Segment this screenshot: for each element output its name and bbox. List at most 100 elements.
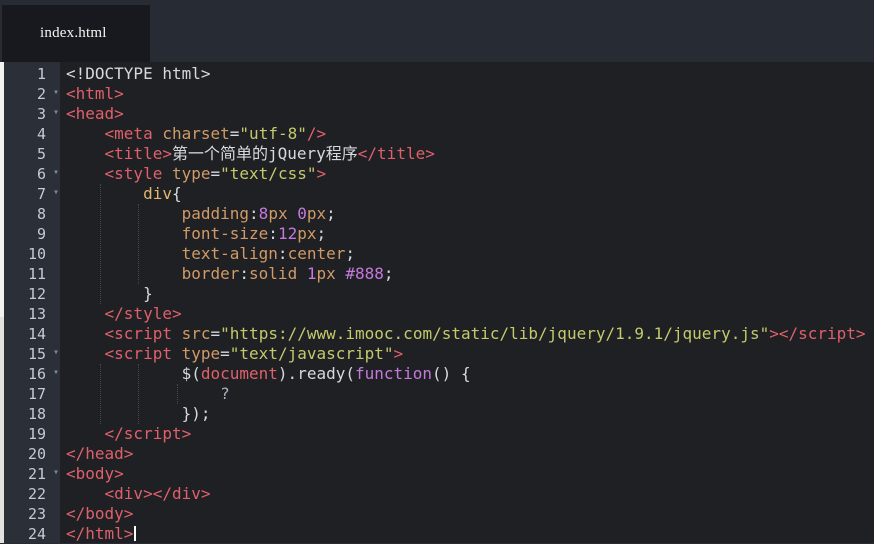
- code-line[interactable]: div{: [60, 184, 874, 204]
- code-token: px: [297, 224, 317, 243]
- code-line[interactable]: <div></div>: [60, 484, 874, 504]
- gutter-line-number: 14: [27, 325, 46, 343]
- code-token: >: [316, 164, 327, 183]
- code-line[interactable]: text-align:center;: [60, 244, 874, 264]
- code-line[interactable]: });: [60, 404, 874, 424]
- code-line[interactable]: <script type="text/javascript">: [60, 344, 874, 364]
- code-line[interactable]: <html>: [60, 84, 874, 104]
- code-token: "text/javascript": [229, 344, 394, 363]
- code-editor-window: index.html 1 2 ▾ 3 ▾ 4 5 6 ▾ 7 ▾ 8 9 10 11 12 13 14 15 ▾ 16 ▾…: [0, 0, 874, 543]
- code-token: padding: [181, 204, 250, 223]
- gutter-line-number: 13: [27, 305, 46, 323]
- code-line[interactable]: ?: [60, 384, 874, 404]
- code-token: document: [200, 364, 278, 383]
- fold-toggle-icon[interactable]: ▾: [53, 463, 59, 483]
- code-token: src: [181, 324, 211, 343]
- code-token: <body>: [66, 464, 124, 483]
- editor-tab-bar: index.html: [0, 0, 874, 62]
- code-token: px: [316, 264, 336, 283]
- code-line[interactable]: padding:8px 0px;: [60, 204, 874, 224]
- gutter-line-number: 16 ▾: [27, 363, 59, 383]
- fold-toggle-icon[interactable]: ▾: [53, 183, 59, 203]
- gutter-line-number: 17: [27, 385, 46, 403]
- code-line[interactable]: <script src="https://www.imooc.com/stati…: [60, 324, 874, 344]
- code-token: px: [306, 204, 327, 223]
- gutter-line-number: 7 ▾: [36, 183, 59, 203]
- code-token: 第一个简单的jQuery程序: [171, 144, 358, 163]
- code-token: =: [220, 344, 230, 363]
- code-token: />: [306, 124, 327, 143]
- code-line[interactable]: }: [60, 284, 874, 304]
- fold-toggle-icon[interactable]: ▾: [53, 343, 59, 363]
- code-token: 12: [277, 224, 298, 243]
- code-token: :: [277, 244, 288, 263]
- code-token: ;: [316, 224, 327, 243]
- code-token: <head>: [66, 104, 124, 123]
- code-token: <style: [104, 164, 163, 183]
- code-line[interactable]: $(document).ready(function() {: [60, 364, 874, 384]
- code-token: :: [268, 224, 278, 243]
- code-token: </body>: [66, 504, 134, 523]
- code-token: ).ready(: [277, 364, 355, 383]
- fold-toggle-icon[interactable]: ▾: [53, 163, 59, 183]
- code-line[interactable]: </html>: [60, 524, 874, 543]
- fold-toggle-icon[interactable]: ▾: [53, 103, 59, 123]
- code-token: type: [181, 344, 221, 363]
- code-token: :: [249, 204, 259, 223]
- code-token: border: [181, 264, 240, 283]
- fold-toggle-icon[interactable]: ▾: [53, 83, 59, 103]
- code-token: "https://www.imooc.com/static/lib/jquery…: [220, 324, 770, 343]
- code-token: function: [354, 364, 433, 383]
- code-line[interactable]: </style>: [60, 304, 874, 324]
- code-line[interactable]: </script>: [60, 424, 874, 444]
- code-token: div: [143, 184, 172, 203]
- gutter-line-number: 10: [27, 245, 46, 263]
- gutter-line-number: 1: [36, 65, 46, 83]
- code-token: "text/css": [220, 164, 317, 183]
- tab-index-html[interactable]: index.html: [2, 5, 150, 62]
- code-token: =: [210, 164, 221, 183]
- gutter-line-number: 3 ▾: [36, 103, 59, 123]
- code-line[interactable]: <!DOCTYPE html>: [60, 64, 874, 84]
- code-token: </style>: [104, 304, 182, 323]
- code-line[interactable]: <title>第一个简单的jQuery程序</title>: [60, 144, 874, 164]
- code-line[interactable]: <meta charset="utf-8"/>: [60, 124, 874, 144]
- code-line[interactable]: <style type="text/css">: [60, 164, 874, 184]
- code-line[interactable]: border:solid 1px #888;: [60, 264, 874, 284]
- code-token: });: [181, 404, 211, 423]
- gutter-line-number: 19: [27, 425, 46, 443]
- code-line[interactable]: font-size:12px;: [60, 224, 874, 244]
- code-token: #888: [345, 264, 384, 283]
- fold-toggle-icon[interactable]: ▾: [53, 363, 59, 383]
- line-number-gutter: 1 2 ▾ 3 ▾ 4 5 6 ▾ 7 ▾ 8 9 10 11 12 13 14 15 ▾ 16 ▾ 17 18 19 20 21 ▾…: [4, 62, 60, 543]
- code-token: font-size: [181, 224, 269, 243]
- code-edit-surface[interactable]: <!DOCTYPE html> <html> <head> <meta charse…: [60, 62, 874, 543]
- gutter-line-number: 21 ▾: [27, 463, 59, 483]
- code-token: </script>: [104, 424, 192, 443]
- code-line[interactable]: </body>: [60, 504, 874, 524]
- code-token: <script: [104, 344, 172, 363]
- code-token: </html>: [66, 524, 134, 543]
- code-line[interactable]: <head>: [60, 104, 874, 124]
- code-line[interactable]: </head>: [60, 444, 874, 464]
- code-token: 8: [258, 204, 269, 223]
- code-line[interactable]: <body>: [60, 464, 874, 484]
- code-token: <html>: [66, 84, 124, 103]
